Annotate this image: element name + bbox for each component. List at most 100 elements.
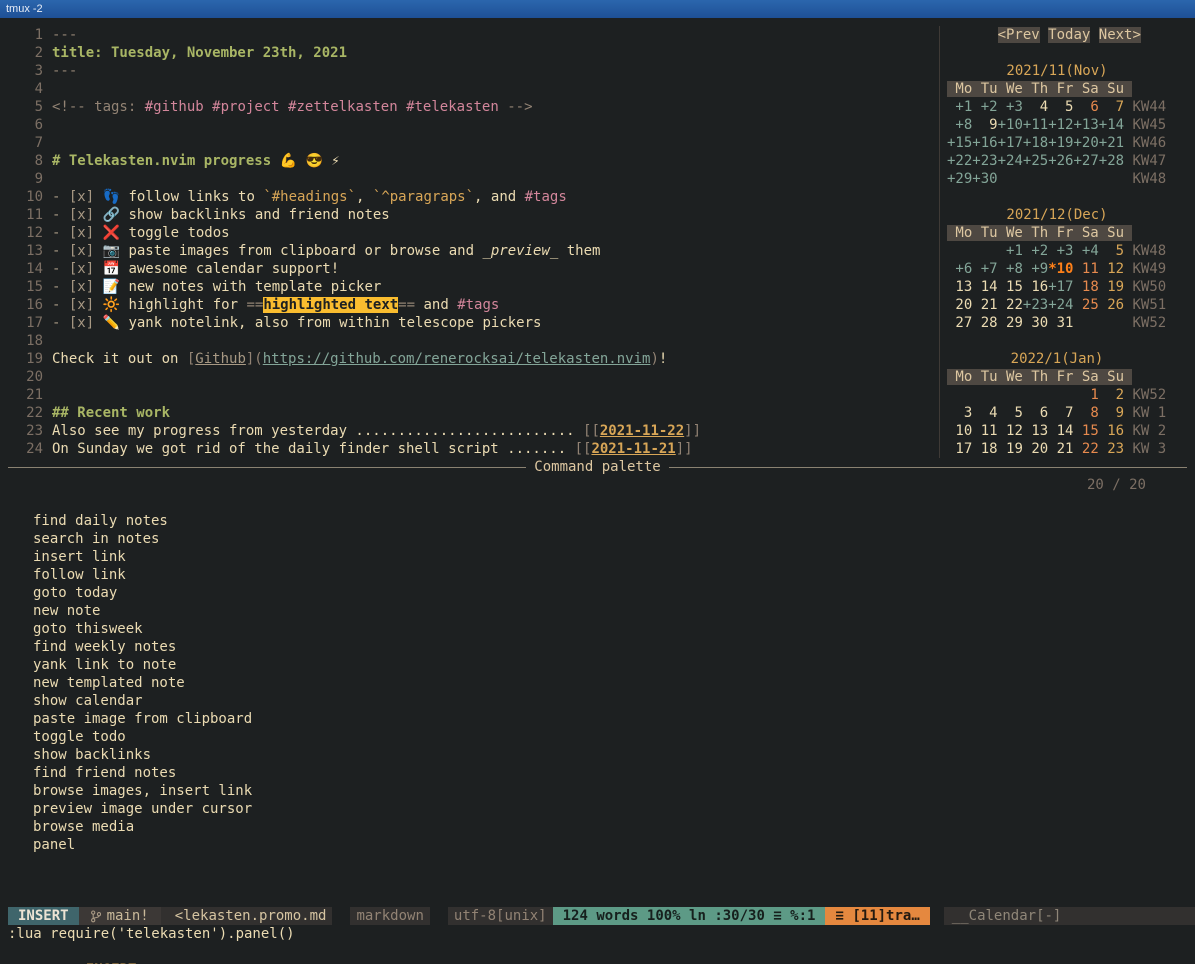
calendar-day[interactable]: 30 xyxy=(1023,315,1048,331)
palette-selected-item[interactable]: > find notes xyxy=(8,494,1187,512)
editor-line[interactable]: 19Check it out on [Github](https://githu… xyxy=(8,350,939,368)
palette-item[interactable]: browse images, insert link xyxy=(8,782,1187,800)
calendar-day[interactable]: +7 xyxy=(972,261,997,277)
calendar-day[interactable]: +2 xyxy=(1023,243,1048,259)
calendar-pane[interactable]: <Prev Today Next>2021/11(Nov) Mo Tu We T… xyxy=(939,26,1187,458)
link[interactable]: 2021-11-21 xyxy=(591,441,675,457)
palette-item[interactable]: yank link to note xyxy=(8,656,1187,674)
palette-item[interactable]: goto today xyxy=(8,584,1187,602)
palette-item[interactable]: find weekly notes xyxy=(8,638,1187,656)
calendar-day[interactable]: 3 xyxy=(947,405,972,421)
calendar-day[interactable]: 17 xyxy=(947,441,972,457)
palette-item[interactable]: toggle todo xyxy=(8,728,1187,746)
calendar-day[interactable]: +1 xyxy=(947,99,972,115)
calendar-day[interactable]: *10 xyxy=(1048,261,1073,277)
calendar-day[interactable]: +14 xyxy=(1099,117,1124,133)
editor-line[interactable]: 10- [x] 👣 follow links to `#headings`, `… xyxy=(8,188,939,206)
calendar-day[interactable]: 25 xyxy=(1073,297,1098,313)
editor-line[interactable]: 14- [x] 📅 awesome calendar support! xyxy=(8,260,939,278)
editor-line[interactable]: 23Also see my progress from yesterday ..… xyxy=(8,422,939,440)
calendar-day[interactable]: 27 xyxy=(947,315,972,331)
calendar-day[interactable]: 6 xyxy=(1073,99,1098,115)
link[interactable]: 2021-11-22 xyxy=(600,423,684,439)
calendar-day[interactable]: 7 xyxy=(1099,99,1124,115)
calendar-day[interactable]: 22 xyxy=(1073,441,1098,457)
palette-item[interactable]: find friend notes xyxy=(8,764,1187,782)
today-button[interactable]: Today xyxy=(1048,27,1090,43)
editor-line[interactable]: 11- [x] 🔗 show backlinks and friend note… xyxy=(8,206,939,224)
calendar-day[interactable]: +11 xyxy=(1023,117,1048,133)
calendar-day[interactable]: +19 xyxy=(1048,135,1073,151)
calendar-day[interactable]: 5 xyxy=(1099,243,1124,259)
calendar-day[interactable]: +24 xyxy=(998,153,1023,169)
calendar-day[interactable]: +10 xyxy=(998,117,1023,133)
calendar-day[interactable]: 9 xyxy=(972,117,997,133)
calendar-day[interactable]: +2 xyxy=(972,99,997,115)
calendar-day[interactable]: +22 xyxy=(947,153,972,169)
calendar-day[interactable]: +16 xyxy=(972,135,997,151)
calendar-day[interactable]: 18 xyxy=(972,441,997,457)
calendar-day[interactable]: +24 xyxy=(1048,297,1073,313)
calendar-day[interactable]: 11 xyxy=(1073,261,1098,277)
palette-item[interactable]: show calendar xyxy=(8,692,1187,710)
calendar-day[interactable]: 15 xyxy=(998,279,1023,295)
calendar-day[interactable]: +25 xyxy=(1023,153,1048,169)
palette-item[interactable]: insert link xyxy=(8,548,1187,566)
editor-line[interactable]: 8# Telekasten.nvim progress 💪 😎 ⚡ xyxy=(8,152,939,170)
calendar-day[interactable]: 9 xyxy=(1099,405,1124,421)
palette-item[interactable]: goto thisweek xyxy=(8,620,1187,638)
calendar-day[interactable]: 1 xyxy=(1073,387,1098,403)
palette-item[interactable]: paste image from clipboard xyxy=(8,710,1187,728)
calendar-day[interactable]: +12 xyxy=(1048,117,1073,133)
calendar-day[interactable]: 20 xyxy=(1023,441,1048,457)
calendar-day[interactable]: +27 xyxy=(1073,153,1098,169)
calendar-day[interactable]: +18 xyxy=(1023,135,1048,151)
palette-item[interactable]: new note xyxy=(8,602,1187,620)
editor-line[interactable]: 13- [x] 📷 paste images from clipboard or… xyxy=(8,242,939,260)
palette-item[interactable]: follow link xyxy=(8,566,1187,584)
calendar-day[interactable]: +23 xyxy=(972,153,997,169)
calendar-day[interactable]: 13 xyxy=(947,279,972,295)
calendar-day[interactable]: +6 xyxy=(947,261,972,277)
calendar-day[interactable]: 12 xyxy=(998,423,1023,439)
editor-line[interactable]: 21 xyxy=(8,386,939,404)
calendar-day[interactable]: +30 xyxy=(972,171,997,187)
calendar-day[interactable]: +20 xyxy=(1073,135,1098,151)
editor-line[interactable]: 3--- xyxy=(8,62,939,80)
prev-button[interactable]: <Prev xyxy=(998,27,1040,43)
calendar-day[interactable]: 28 xyxy=(972,315,997,331)
calendar-day[interactable]: +3 xyxy=(998,99,1023,115)
calendar-day[interactable]: 12 xyxy=(1099,261,1124,277)
editor-line[interactable]: 22## Recent work xyxy=(8,404,939,422)
calendar-day[interactable]: 15 xyxy=(1073,423,1098,439)
link[interactable]: Github xyxy=(195,351,246,367)
calendar-day[interactable]: 21 xyxy=(972,297,997,313)
editor-line[interactable]: 12- [x] ❌ toggle todos xyxy=(8,224,939,242)
editor-line[interactable]: 1--- xyxy=(8,26,939,44)
palette-item[interactable]: find daily notes xyxy=(8,512,1187,530)
calendar-day[interactable]: +4 xyxy=(1073,243,1098,259)
editor-line[interactable]: 6 xyxy=(8,116,939,134)
calendar-day[interactable]: 23 xyxy=(1099,441,1124,457)
calendar-day[interactable]: 5 xyxy=(1048,99,1073,115)
next-button[interactable]: Next> xyxy=(1099,27,1141,43)
calendar-day[interactable]: 19 xyxy=(1099,279,1124,295)
calendar-day[interactable]: +3 xyxy=(1048,243,1073,259)
calendar-day[interactable]: 6 xyxy=(1023,405,1048,421)
calendar-day[interactable]: 10 xyxy=(947,423,972,439)
calendar-day[interactable]: 21 xyxy=(1048,441,1073,457)
palette-item[interactable]: search in notes xyxy=(8,530,1187,548)
editor-line[interactable]: 7 xyxy=(8,134,939,152)
calendar-day[interactable]: +26 xyxy=(1048,153,1073,169)
editor-line[interactable]: 9 xyxy=(8,170,939,188)
calendar-day[interactable]: 2 xyxy=(1099,387,1124,403)
calendar-day[interactable]: 8 xyxy=(1073,405,1098,421)
calendar-day[interactable]: +17 xyxy=(998,135,1023,151)
calendar-day[interactable]: 14 xyxy=(972,279,997,295)
calendar-day[interactable]: 20 xyxy=(947,297,972,313)
palette-item[interactable]: browse media xyxy=(8,818,1187,836)
editor-line[interactable]: 2title: Tuesday, November 23th, 2021 xyxy=(8,44,939,62)
calendar-day[interactable]: 31 xyxy=(1048,315,1073,331)
palette-item[interactable]: new templated note xyxy=(8,674,1187,692)
palette-item[interactable]: preview image under cursor xyxy=(8,800,1187,818)
